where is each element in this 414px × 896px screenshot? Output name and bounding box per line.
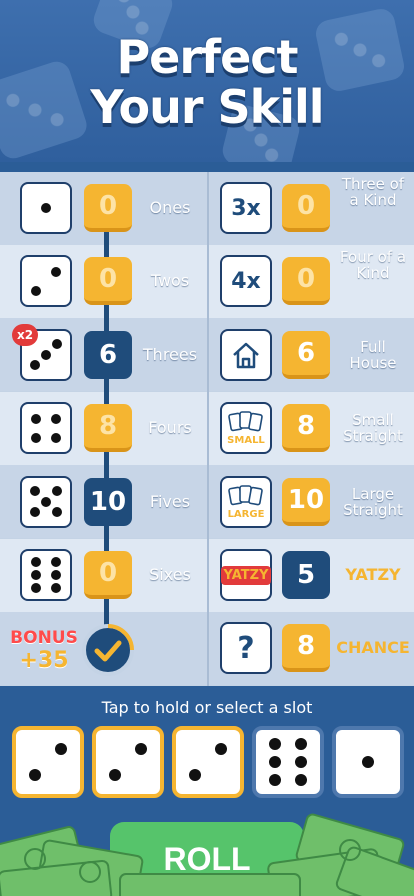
die-pip [51,486,62,497]
multiplier-3x-icon: 3x [220,182,272,234]
score-slot-chance[interactable]: 8 [282,624,330,673]
roll-die-5[interactable] [332,726,404,798]
die-pip [294,756,307,768]
die-pip [50,266,61,277]
die-pip [50,570,61,580]
die-pip [41,349,51,360]
score-slot-full-house[interactable]: 6 [282,330,330,379]
die-pip [31,285,42,296]
category-label: Full House [349,337,397,372]
large-straight-icon: LARGE [220,475,272,528]
die-pip [294,738,307,751]
category-label: Four of a Kind [339,248,407,283]
question-mark-icon: ? [220,622,272,675]
die-pip [41,496,51,507]
upper-die-face-2 [20,255,72,308]
category-label: Twos [150,271,190,291]
category-label: Threes [142,344,198,364]
category-label: Small Straight [343,411,403,446]
header-banner: Perfect Your Skill [0,0,414,162]
category-label: Sixes [149,565,191,584]
category-label: Fives [149,491,191,511]
die-pip [41,203,51,213]
multiplier-text: 4x [231,268,261,294]
die-pip [294,773,307,786]
die-pip [30,360,41,371]
yatzy-logo-icon: YATZY [220,549,272,601]
bonus-title: BONUS [10,628,78,648]
score-slot-ones[interactable]: 0 [84,184,132,232]
category-label: Large Straight [343,484,403,519]
category-label: Fours [148,418,192,438]
page-title-line-2: Your Skill [90,80,324,134]
die-pip [31,583,42,594]
score-slot-small-straight[interactable]: 8 [282,404,330,453]
score-slot-large-straight[interactable]: 10 [282,477,330,526]
die-pip [29,768,42,781]
score-slot-fives: 10 [84,477,132,526]
roll-die-2[interactable] [92,726,164,798]
upper-die-face-4 [20,402,72,455]
score-slot-sixes[interactable]: 0 [84,551,132,599]
category-label: YATZY [345,565,401,584]
die-pip [134,743,147,756]
die-pip [50,432,61,443]
score-slot-fours[interactable]: 8 [84,404,132,453]
multiplier-badge: x2 [12,324,38,346]
category-label: Ones [149,198,191,217]
die-pip [30,486,41,497]
die-pip [269,773,282,786]
die-pip [214,743,227,756]
page-title-line-1: Perfect [116,30,298,84]
roll-die-3[interactable] [172,726,244,798]
die-pip [362,756,374,768]
die-pip [31,432,42,443]
die-pip [109,768,122,781]
score-slot-twos[interactable]: 0 [84,257,132,306]
multiplier-text: 3x [231,195,261,221]
upper-die-face-5 [20,475,72,528]
yatzy-logo-text: YATZY [220,565,272,585]
score-slot-four-of-a-kind[interactable]: 0 [282,257,330,306]
bonus-progress-check-icon [82,624,134,676]
die-pip [54,743,67,756]
bonus-label: BONUS +35 [10,628,78,673]
die-pip [50,556,61,567]
column-divider [207,172,209,686]
upper-die-face-1 [20,182,72,234]
hint-text: Tap to hold or select a slot [101,698,313,717]
die-pip [269,756,282,768]
die-pip [31,556,42,567]
category-label: Three of a Kind [341,175,405,209]
die-pip [269,738,282,751]
score-slot-threes: 6 [84,330,132,379]
straight-icon-text: SMALL [227,435,265,447]
small-straight-icon: SMALL [220,402,272,455]
die-pip [31,413,42,424]
upper-die-face-6 [20,549,72,601]
die-pip [50,413,61,424]
die-pip [51,507,62,518]
die-pip [31,570,42,580]
bonus-value: +35 [19,648,69,673]
category-label: CHANCE [336,638,410,658]
house-icon [220,328,272,381]
die-pip [51,339,62,350]
die-pip [189,768,202,781]
die-pip [50,583,61,594]
roll-button[interactable]: ROLL [110,822,304,896]
die-pip [30,507,41,518]
score-slot-three-of-a-kind[interactable]: 0 [282,184,330,232]
multiplier-4x-icon: 4x [220,255,272,308]
question-mark-text: ? [237,630,255,666]
roll-die-1[interactable] [12,726,84,798]
roll-die-4[interactable] [252,726,324,798]
straight-icon-text: LARGE [227,508,265,520]
score-slot-yatzy: 5 [282,551,330,599]
